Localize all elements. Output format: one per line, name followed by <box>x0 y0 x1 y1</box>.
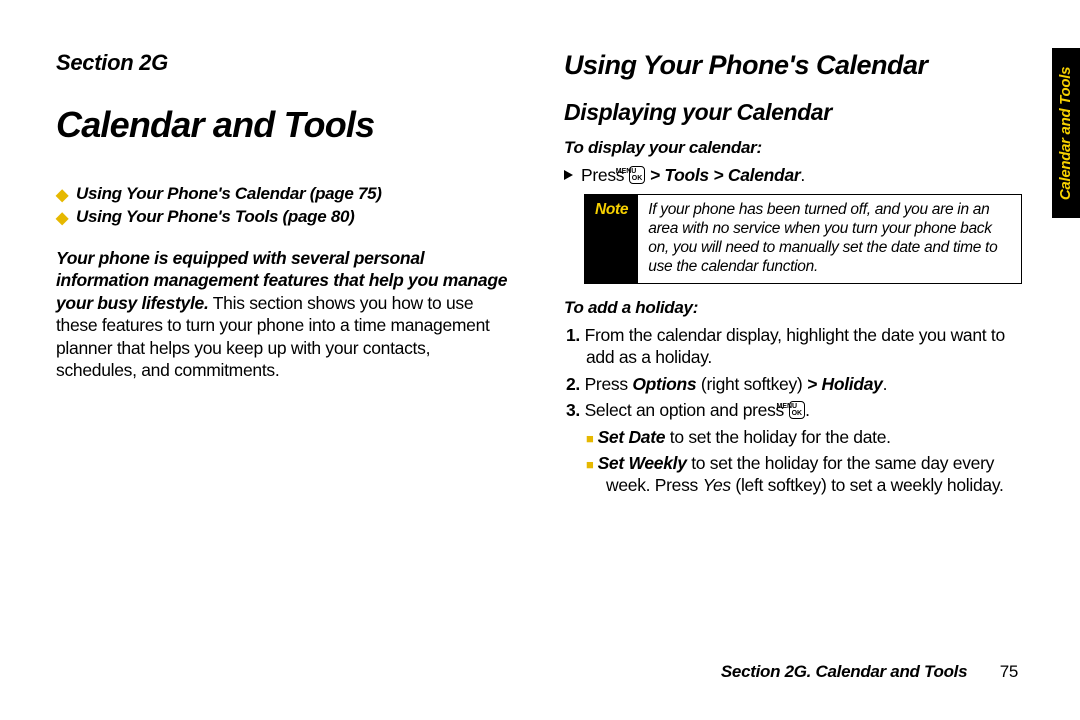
diamond-icon: ◆ <box>56 185 68 205</box>
menu-ok-key-icon: MENUOK <box>629 166 646 184</box>
page-footer: Section 2G. Calendar and Tools 75 <box>721 662 1018 682</box>
subhead: To add a holiday: <box>564 298 1022 318</box>
press-path: > Tools > Calendar <box>645 165 800 185</box>
step-2: 2. Press Options (right softkey) > Holid… <box>564 373 1022 395</box>
left-column: Section 2G Calendar and Tools ◆ Using Yo… <box>56 50 514 680</box>
step-3b: ■Set Weekly to set the holiday for the s… <box>564 452 1022 497</box>
step-1: 1. From the calendar display, highlight … <box>564 324 1022 369</box>
menu-ok-key-icon: MENUOK <box>789 401 806 419</box>
toc-item: ◆ Using Your Phone's Calendar (page 75) <box>56 184 514 204</box>
heading-h3: Displaying your Calendar <box>564 99 1022 126</box>
toc-text: Using Your Phone's Tools (page 80) <box>76 207 354 227</box>
heading-h2: Using Your Phone's Calendar <box>564 50 1022 81</box>
instruction-line: Press MENUOK > Tools > Calendar. <box>564 164 1022 186</box>
section-label: Section 2G <box>56 50 514 76</box>
square-bullet-icon: ■ <box>586 431 594 446</box>
intro-paragraph: Your phone is equipped with several pers… <box>56 247 514 381</box>
step-3a: ■Set Date to set the holiday for the dat… <box>564 426 1022 448</box>
right-column: Using Your Phone's Calendar Displaying y… <box>564 50 1040 680</box>
page-spread: Section 2G Calendar and Tools ◆ Using Yo… <box>0 0 1080 720</box>
toc-list: ◆ Using Your Phone's Calendar (page 75) … <box>56 184 514 227</box>
side-tab: Calendar and Tools <box>1052 48 1080 218</box>
side-tab-text: Calendar and Tools <box>1058 66 1075 199</box>
page-title: Calendar and Tools <box>56 104 514 146</box>
toc-text: Using Your Phone's Calendar (page 75) <box>76 184 382 204</box>
footer-text: Section 2G. Calendar and Tools <box>721 662 967 681</box>
note-box: Note If your phone has been turned off, … <box>584 194 1022 284</box>
square-bullet-icon: ■ <box>586 457 594 472</box>
diamond-icon: ◆ <box>56 208 68 228</box>
toc-item: ◆ Using Your Phone's Tools (page 80) <box>56 207 514 227</box>
subhead: To display your calendar: <box>564 138 1022 158</box>
arrow-icon <box>564 170 573 180</box>
page-number: 75 <box>1000 662 1018 681</box>
note-label: Note <box>585 195 638 283</box>
note-text: If your phone has been turned off, and y… <box>638 195 1021 283</box>
step-3: 3. Select an option and press MENUOK. <box>564 399 1022 421</box>
